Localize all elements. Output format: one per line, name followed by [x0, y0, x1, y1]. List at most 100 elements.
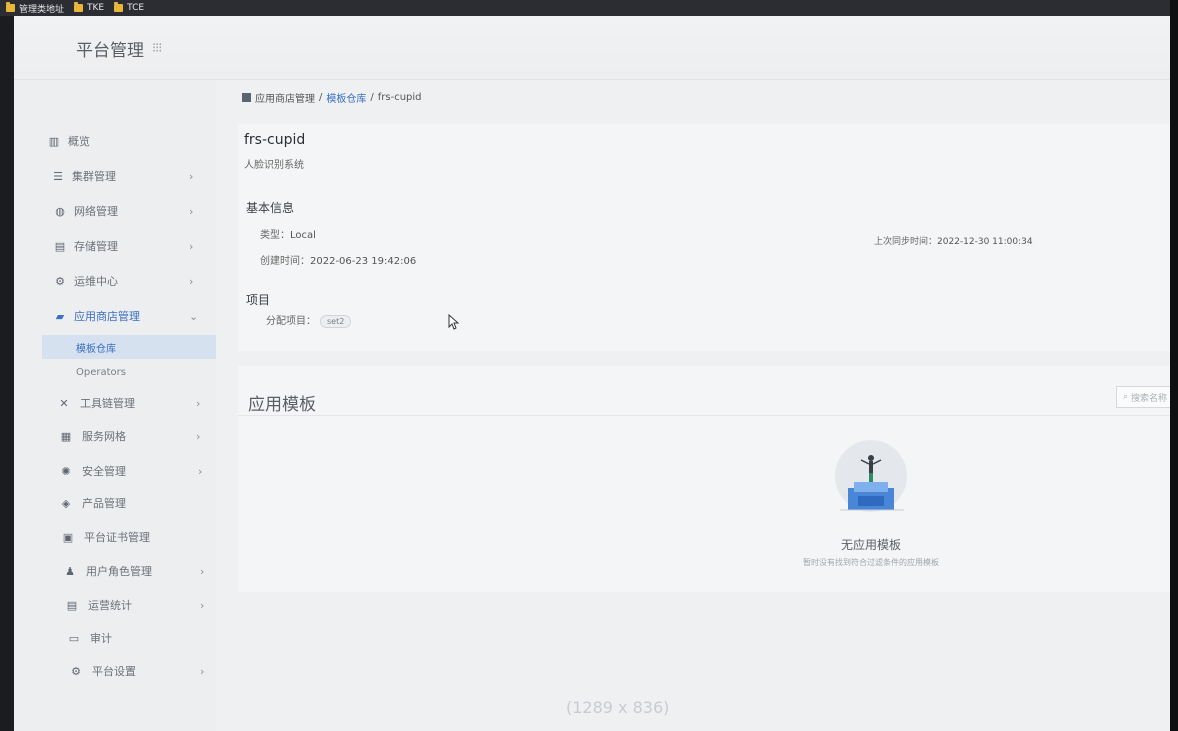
sidebar-item-network[interactable]: ◍ 网络管理 › — [14, 196, 216, 226]
shield-icon: ✺ — [61, 464, 71, 478]
dimensions-overlay: (1289 x 836) — [566, 698, 670, 717]
chevron-right-icon: › — [200, 664, 205, 678]
chevron-right-icon: › — [200, 564, 205, 578]
search-placeholder: 搜索名称 — [1131, 393, 1168, 404]
bookmark-management[interactable]: 管理类地址 — [6, 2, 64, 15]
box-icon: ◈ — [61, 496, 71, 510]
sidebar-subitem-template-repo[interactable]: 模板仓库 — [42, 335, 216, 359]
search-icon: ⌕ — [1123, 392, 1129, 402]
sidebar-item-label: 审计 — [90, 632, 112, 645]
certificate-icon: ▣ — [62, 530, 74, 544]
sidebar-item-label: 存储管理 — [74, 240, 118, 253]
created-field: 创建时间：2022-06-23 19:42:06 — [260, 252, 416, 267]
bookmarks-bar: 管理类地址 TKE TCE — [0, 0, 1178, 16]
chevron-down-icon: ⌄ — [189, 309, 199, 323]
chevron-right-icon: › — [189, 274, 194, 288]
basic-info-title: 基本信息 — [246, 201, 295, 215]
breadcrumb-root[interactable]: 应用商店管理 — [255, 90, 315, 105]
sidebar-item-label: 应用商店管理 — [74, 310, 140, 323]
sidebar-item-label: 网络管理 — [74, 205, 118, 218]
project-title: 项目 — [246, 293, 271, 307]
sidebar: ▥ 概览 ☰ 集群管理 › ◍ 网络管理 › ▤ 存储管理 › ⚙ 运维中心 ›… — [14, 80, 216, 731]
sidebar-item-label: 平台证书管理 — [84, 531, 150, 544]
sidebar-item-storage[interactable]: ▤ 存储管理 › — [14, 231, 216, 261]
cluster-icon: ☰ — [53, 169, 63, 183]
divider — [238, 415, 1178, 416]
sidebar-item-stats[interactable]: ▤ 运营统计 › — [14, 590, 216, 620]
sidebar-item-label: 概览 — [68, 135, 90, 148]
chevron-right-icon: › — [196, 396, 201, 410]
empty-description: 暂时没有找到符合过滤条件的应用模板 — [803, 558, 939, 567]
stats-icon: ▤ — [66, 598, 78, 612]
breadcrumb-current: frs-cupid — [377, 92, 422, 103]
platform-title: 平台管理 — [76, 41, 144, 61]
empty-title: 无应用模板 — [840, 538, 901, 552]
bookmark-label: 管理类地址 — [19, 4, 65, 15]
app-description: 人脸识别系统 — [244, 160, 304, 171]
users-icon: ♟ — [65, 564, 75, 578]
sidebar-item-appstore[interactable]: ▰ 应用商店管理 ⌄ — [14, 301, 216, 331]
chevron-right-icon: › — [200, 598, 205, 612]
sidebar-subitem-label: 模板仓库 — [76, 343, 116, 355]
globe-icon: ◍ — [55, 204, 65, 218]
sync-label: 上次同步时间： — [874, 237, 938, 247]
templates-title: 应用模板 — [248, 395, 316, 415]
sidebar-subitem-operators[interactable]: Operators — [42, 360, 216, 384]
sidebar-item-label: 平台设置 — [92, 665, 136, 678]
sidebar-item-label: 服务网格 — [82, 430, 126, 443]
top-header: 平台管理 ⁝⁝⁝ — [14, 16, 1178, 80]
breadcrumb-sep: / — [370, 92, 374, 103]
sidebar-item-settings[interactable]: ⚙ 平台设置 › — [14, 656, 216, 686]
chevron-right-icon: › — [198, 464, 203, 478]
sidebar-item-mesh[interactable]: ▦ 服务网格 › — [14, 421, 216, 451]
monitor-bezel — [1170, 0, 1178, 731]
sidebar-subitem-label: Operators — [76, 366, 126, 378]
folder-icon — [6, 2, 15, 12]
sidebar-item-overview[interactable]: ▥ 概览 — [14, 126, 216, 156]
grid-icon[interactable]: ⁝⁝⁝ — [152, 41, 162, 56]
type-label: 类型： — [260, 230, 290, 241]
bookmark-tce[interactable]: TCE — [114, 2, 145, 13]
sidebar-item-cluster[interactable]: ☰ 集群管理 › — [14, 161, 216, 191]
sync-value: 2022-12-30 11:00:34 — [937, 237, 1033, 247]
bookmark-label: TKE — [87, 3, 105, 13]
sidebar-item-label: 安全管理 — [82, 465, 126, 478]
search-input[interactable]: ⌕ 搜索名称 — [1116, 386, 1178, 408]
sidebar-item-certificate[interactable]: ▣ 平台证书管理 — [14, 522, 216, 552]
app-detail-card: frs-cupid 人脸识别系统 基本信息 类型：Local 创建时间：2022… — [238, 124, 1178, 351]
chevron-right-icon: › — [189, 204, 194, 218]
assigned-label: 分配项目： — [266, 316, 316, 327]
bookmark-label: TCE — [127, 3, 145, 13]
settings-icon: ⚙ — [71, 664, 81, 678]
breadcrumb-sep: / — [319, 92, 323, 103]
sidebar-item-product[interactable]: ◈ 产品管理 — [14, 488, 216, 518]
app-window: 平台管理 ⁝⁝⁝ ▥ 概览 ☰ 集群管理 › ◍ 网络管理 › ▤ 存储管理 ›… — [14, 16, 1178, 731]
sidebar-item-label: 用户角色管理 — [86, 565, 152, 578]
created-value: 2022-06-23 19:42:06 — [310, 256, 417, 267]
last-sync-field: 上次同步时间：2022-12-30 11:00:34 — [874, 234, 1033, 247]
gear-icon: ⚙ — [55, 274, 65, 288]
bookmark-tke[interactable]: TKE — [74, 2, 105, 13]
database-icon: ▤ — [54, 239, 66, 253]
sidebar-item-ops[interactable]: ⚙ 运维中心 › — [14, 266, 216, 296]
chevron-right-icon: › — [189, 239, 194, 253]
empty-state-illustration — [835, 440, 907, 512]
mesh-icon: ▦ — [60, 429, 72, 443]
sidebar-item-toolchain[interactable]: ✕ 工具链管理 › — [14, 388, 216, 418]
assigned-project-field: 分配项目： set2 — [266, 312, 352, 328]
breadcrumb: 应用商店管理 / 模板仓库 / frs-cupid — [242, 90, 422, 105]
sidebar-item-label: 运营统计 — [88, 599, 132, 612]
sidebar-item-label: 运维中心 — [74, 275, 118, 288]
sidebar-item-label: 集群管理 — [72, 170, 116, 183]
app-templates-card: 应用模板 ⌕ 搜索名称 无应用模板 暂时没有找到符合过滤条件的应用模板 — [238, 366, 1178, 592]
store-icon: ▰ — [55, 309, 65, 323]
sidebar-item-security[interactable]: ✺ 安全管理 › — [14, 456, 216, 486]
project-tag: set2 — [320, 315, 352, 328]
chart-icon: ▥ — [48, 134, 60, 148]
platform-brand[interactable]: 平台管理 ⁝⁝⁝ — [76, 36, 162, 61]
sidebar-item-audit[interactable]: ▭ 审计 — [14, 623, 216, 653]
audit-icon: ▭ — [68, 631, 80, 645]
breadcrumb-link-template-repo[interactable]: 模板仓库 — [326, 90, 366, 105]
sidebar-item-users[interactable]: ♟ 用户角色管理 › — [14, 556, 216, 586]
sidebar-item-label: 工具链管理 — [80, 397, 135, 410]
